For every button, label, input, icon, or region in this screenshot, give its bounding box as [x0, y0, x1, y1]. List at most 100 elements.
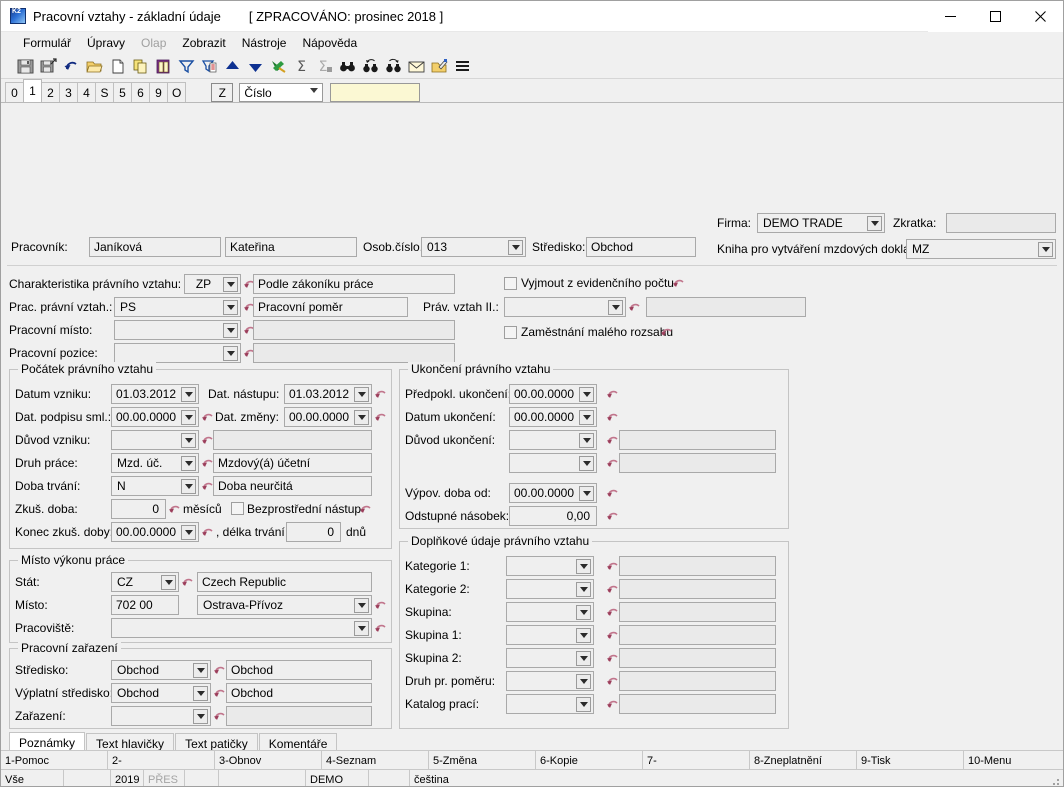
chevron-down-icon[interactable]	[181, 456, 196, 471]
vyplatni-stredisko-combobox[interactable]: Obchod	[111, 683, 211, 703]
tab-6[interactable]: 6	[131, 82, 150, 102]
maximize-icon[interactable]	[973, 1, 1018, 32]
chevron-down-icon[interactable]	[1038, 242, 1053, 257]
quick-search-mode-select[interactable]: Číslo	[239, 83, 324, 102]
quick-search-z-button[interactable]: Z	[211, 83, 234, 102]
dat-nastupu-datepicker[interactable]: 01.03.2012	[284, 384, 372, 404]
chevron-down-icon[interactable]	[576, 559, 591, 574]
tab-s[interactable]: S	[95, 82, 114, 102]
history-revert-icon[interactable]	[606, 509, 619, 523]
open-folder-icon[interactable]	[84, 56, 105, 77]
vyjmout-checkbox[interactable]	[504, 277, 517, 290]
save-icon[interactable]	[15, 56, 36, 77]
chevron-down-icon[interactable]	[579, 410, 594, 425]
undo-icon[interactable]	[61, 56, 82, 77]
chevron-down-icon[interactable]	[576, 628, 591, 643]
find-next-icon[interactable]	[383, 56, 404, 77]
pracovni-misto-text-field[interactable]	[253, 320, 455, 340]
menu-formular[interactable]: Formulář	[15, 33, 79, 53]
zarazeni-stredisko-combobox[interactable]: Obchod	[111, 660, 211, 680]
fkey-1-pomoc[interactable]: 1-Pomoc	[1, 751, 108, 770]
history-revert-icon[interactable]	[168, 502, 181, 516]
chevron-down-icon[interactable]	[223, 277, 238, 292]
history-revert-icon[interactable]	[374, 621, 387, 635]
pracovni-pozice-text-field[interactable]	[253, 343, 455, 363]
kniha-combobox[interactable]: MZ	[906, 239, 1056, 259]
edit-document-icon[interactable]	[429, 56, 450, 77]
chevron-down-icon[interactable]	[608, 300, 623, 315]
firma-combobox[interactable]: DEMO TRADE	[757, 213, 885, 233]
skupina1-text-field[interactable]	[619, 625, 776, 645]
druh-prace-combobox[interactable]: Mzd. úč.	[111, 453, 199, 473]
history-revert-icon[interactable]	[374, 410, 387, 424]
history-revert-icon[interactable]	[606, 387, 619, 401]
filter-list-icon[interactable]	[199, 56, 220, 77]
find-icon[interactable]	[337, 56, 358, 77]
skupina2-text-field[interactable]	[619, 648, 776, 668]
dat-zmeny-datepicker[interactable]: 00.00.0000	[284, 407, 372, 427]
chevron-down-icon[interactable]	[576, 697, 591, 712]
maly-rozsah-checkbox[interactable]	[504, 326, 517, 339]
tab-9[interactable]: 9	[149, 82, 168, 102]
chevron-down-icon[interactable]	[576, 605, 591, 620]
fkey-4-seznam[interactable]: 4-Seznam	[322, 751, 429, 770]
konec-zkus-doby-datepicker[interactable]: 00.00.0000	[111, 522, 199, 542]
new-document-icon[interactable]	[107, 56, 128, 77]
vyplatni-stredisko-text-field[interactable]: Obchod	[226, 683, 372, 703]
history-revert-icon[interactable]	[359, 502, 372, 516]
zarazeni-text-field[interactable]	[226, 706, 372, 726]
pravni-vztah2-combobox[interactable]	[504, 297, 626, 317]
prac-vztah-text-field[interactable]: Pracovní poměr	[253, 297, 408, 317]
history-revert-icon[interactable]	[660, 325, 673, 339]
chevron-down-icon[interactable]	[579, 486, 594, 501]
druh-pr-pomeru-combobox[interactable]	[506, 671, 594, 691]
mail-icon[interactable]	[406, 56, 427, 77]
history-revert-icon[interactable]	[606, 582, 619, 596]
vypov-doba-datepicker[interactable]: 00.00.0000	[509, 483, 597, 503]
sum-group-icon[interactable]: Σ	[314, 56, 335, 77]
druh-pr-pomeru-text-field[interactable]	[619, 671, 776, 691]
tab-1[interactable]: 1	[23, 79, 42, 102]
filter-icon[interactable]	[176, 56, 197, 77]
history-revert-icon[interactable]	[606, 433, 619, 447]
fkey-8-zneplatneni[interactable]: 8-Zneplatnění	[750, 751, 857, 770]
history-revert-icon[interactable]	[672, 276, 685, 290]
fkey-9-tisk[interactable]: 9-Tisk	[857, 751, 964, 770]
menu-napoveda[interactable]: Nápověda	[294, 33, 365, 53]
history-revert-icon[interactable]	[181, 575, 194, 589]
kategorie2-combobox[interactable]	[506, 579, 594, 599]
chevron-down-icon[interactable]	[579, 433, 594, 448]
tab-4[interactable]: 4	[77, 82, 96, 102]
prac-vztah-combobox[interactable]: PS	[114, 297, 241, 317]
menu-zobrazit[interactable]: Zobrazit	[174, 33, 233, 53]
find-prev-icon[interactable]	[360, 56, 381, 77]
history-revert-icon[interactable]	[213, 709, 226, 723]
minimize-icon[interactable]	[928, 1, 973, 32]
quick-search-input[interactable]	[330, 83, 421, 102]
history-revert-icon[interactable]	[213, 663, 226, 677]
duvod-ukonceni-text-field[interactable]	[619, 430, 776, 450]
history-revert-icon[interactable]	[606, 605, 619, 619]
bezprostredni-nastup-checkbox[interactable]	[231, 502, 244, 515]
sort-icon[interactable]	[268, 56, 289, 77]
chevron-down-icon[interactable]	[576, 674, 591, 689]
chevron-down-icon[interactable]	[193, 709, 208, 724]
duvod-ukonceni2-text-field[interactable]	[619, 453, 776, 473]
druh-prace-text-field[interactable]: Mzdový(á) účetní	[213, 453, 372, 473]
copy-icon[interactable]	[130, 56, 151, 77]
chevron-down-icon[interactable]	[508, 240, 523, 255]
menu-lines-icon[interactable]	[452, 56, 473, 77]
tab-o[interactable]: O	[167, 82, 187, 102]
chevron-down-icon[interactable]	[354, 621, 369, 636]
odstupne-nasobek-field[interactable]: 0,00	[509, 506, 597, 526]
pravni-vztah2-text-field[interactable]	[646, 297, 806, 317]
duvod-vzniku-combobox[interactable]	[111, 430, 199, 450]
skupina2-combobox[interactable]	[506, 648, 594, 668]
doba-trvani-text-field[interactable]: Doba neurčitá	[213, 476, 372, 496]
arrow-up-icon[interactable]	[222, 56, 243, 77]
book-icon[interactable]	[153, 56, 174, 77]
fkey-10-menu[interactable]: 10-Menu	[964, 751, 1063, 770]
chevron-down-icon[interactable]	[181, 387, 196, 402]
chevron-down-icon[interactable]	[867, 216, 882, 231]
menu-upravy[interactable]: Úpravy	[79, 33, 133, 53]
